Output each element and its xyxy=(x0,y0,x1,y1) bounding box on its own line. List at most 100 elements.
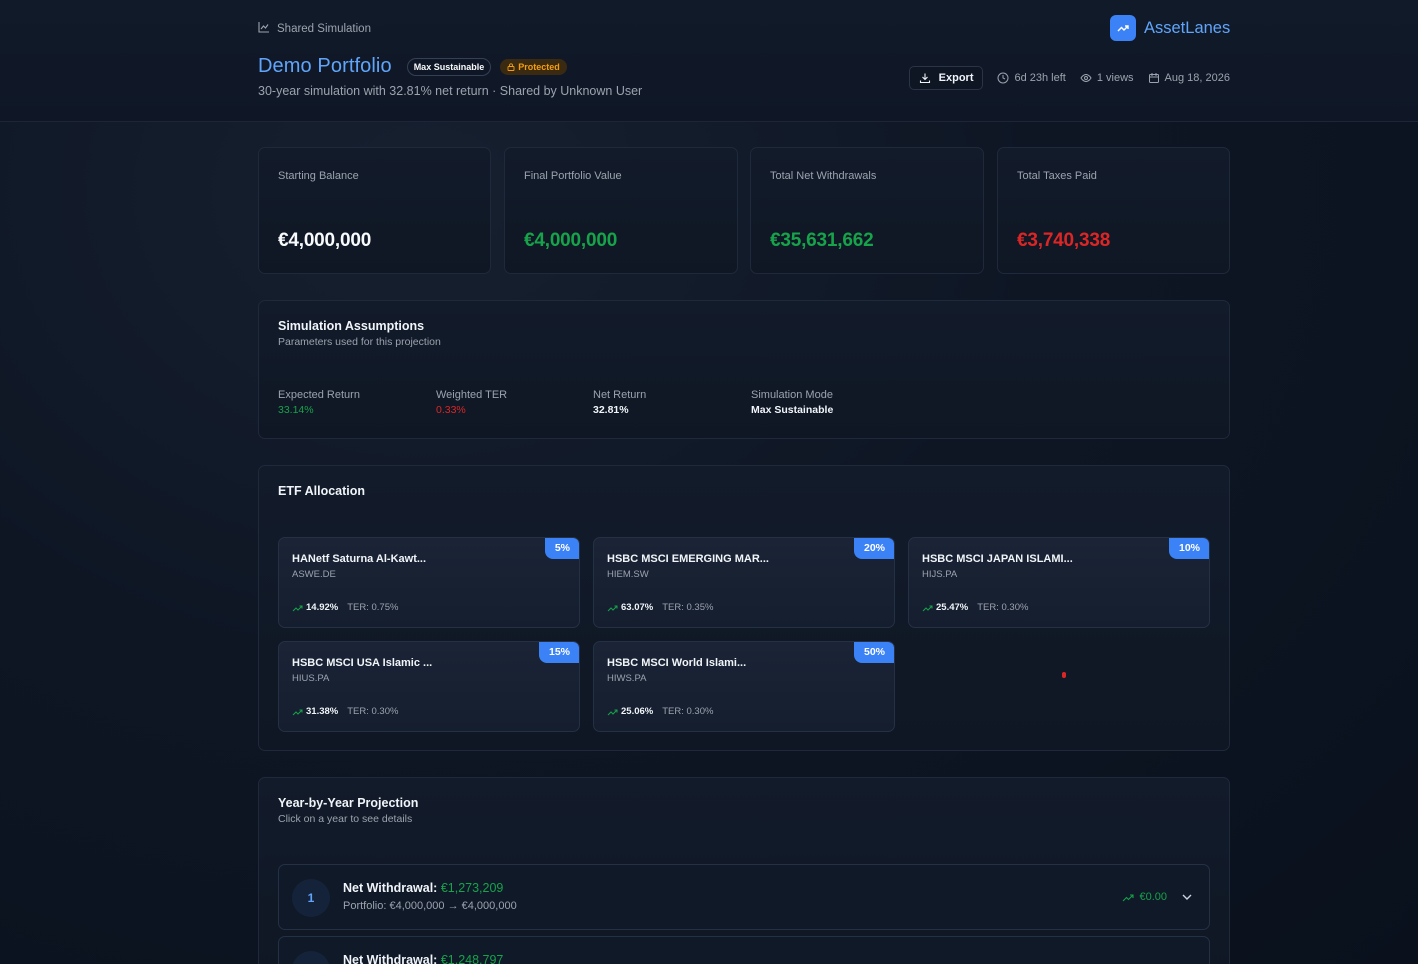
etf-name: HSBC MSCI World Islami... xyxy=(607,657,747,669)
etf-allocation-card: ETF Allocation HANetf Saturna Al-Kawt...… xyxy=(258,465,1230,751)
assumption-net-return: Net Return 32.81% xyxy=(593,389,646,416)
stat-card-taxes-paid: Total Taxes Paid €3,740,338 xyxy=(997,147,1230,274)
etf-stats: 25.06% TER: 0.30% xyxy=(607,706,713,717)
value-change: €0.00 xyxy=(1122,891,1167,903)
value-change-amount: €0.00 xyxy=(1139,891,1167,903)
etf-return: 63.07% xyxy=(607,602,653,613)
assumption-label: Expected Return xyxy=(278,389,360,401)
year-row[interactable]: 2 Net Withdrawal: €1,248,797 xyxy=(278,936,1210,964)
stat-value: €3,740,338 xyxy=(1017,230,1111,251)
mode-badge: Max Sustainable xyxy=(406,57,492,76)
trending-up-icon xyxy=(292,605,303,611)
etf-ticker: HIUS.PA xyxy=(292,673,330,684)
etf-ticker: HIJS.PA xyxy=(922,569,958,580)
brand[interactable]: AssetLanes xyxy=(1110,15,1230,41)
stat-card-starting-balance: Starting Balance €4,000,000 xyxy=(258,147,491,274)
etf-ticker: HIEM.SW xyxy=(607,569,649,580)
etf-return-value: 25.47% xyxy=(936,602,969,613)
etf-weight-badge: 15% xyxy=(538,642,579,663)
trending-up-icon xyxy=(292,709,303,715)
trending-up-icon xyxy=(607,605,618,611)
etf-ter: TER: 0.30% xyxy=(662,706,714,717)
etf-card[interactable]: HSBC MSCI World Islami... HIWS.PA 25.06%… xyxy=(593,641,895,732)
brand-name: AssetLanes xyxy=(1144,18,1231,37)
etf-return: 14.92% xyxy=(292,602,338,613)
year-row[interactable]: 1 Net Withdrawal: €1,273,209 Portfolio: … xyxy=(278,864,1210,930)
etf-return: 25.47% xyxy=(922,602,968,613)
assumption-expected-return: Expected Return 33.14% xyxy=(278,389,360,416)
projection-card: Year-by-Year Projection Click on a year … xyxy=(258,777,1230,964)
stat-label: Final Portfolio Value xyxy=(524,170,622,182)
download-icon xyxy=(919,73,930,84)
etf-ter: TER: 0.30% xyxy=(977,602,1029,613)
page-title: Demo Portfolio xyxy=(258,55,392,77)
stat-label: Total Net Withdrawals xyxy=(770,170,877,182)
stat-label: Starting Balance xyxy=(278,170,359,182)
protected-label: Protected xyxy=(518,61,560,72)
etf-name: HANetf Saturna Al-Kawt... xyxy=(292,553,427,565)
etf-card[interactable]: HSBC MSCI JAPAN ISLAMI... HIJS.PA 25.47%… xyxy=(908,537,1210,628)
etf-card[interactable]: HSBC MSCI EMERGING MAR... HIEM.SW 63.07%… xyxy=(593,537,895,628)
etf-stats: 14.92% TER: 0.75% xyxy=(292,602,398,613)
etf-weight-badge: 20% xyxy=(853,538,894,559)
withdrawal-value: €1,248,797 xyxy=(440,953,504,964)
page-subtitle: 30-year simulation with 32.81% net retur… xyxy=(258,84,643,98)
etf-return-value: 31.38% xyxy=(306,706,339,717)
etf-ter: TER: 0.30% xyxy=(347,706,399,717)
date-label: Aug 18, 2026 xyxy=(1164,72,1230,84)
assumption-value: 0.33% xyxy=(436,404,466,416)
views: 1 views xyxy=(1080,72,1134,84)
portfolio-change: Portfolio: €4,000,000 → €4,000,000 xyxy=(343,900,517,912)
assumption-value: Max Sustainable xyxy=(751,404,834,416)
section-title: Simulation Assumptions xyxy=(278,319,425,333)
etf-return: 31.38% xyxy=(292,706,338,717)
trending-up-icon xyxy=(1123,893,1135,901)
etf-weight-badge: 50% xyxy=(853,642,894,663)
etf-ter: TER: 0.75% xyxy=(347,602,399,613)
etf-name: HSBC MSCI USA Islamic ... xyxy=(292,657,433,669)
assumption-label: Weighted TER xyxy=(436,389,508,401)
stat-card-final-value: Final Portfolio Value €4,000,000 xyxy=(504,147,738,274)
etf-ticker: ASWE.DE xyxy=(292,569,336,580)
stat-value: €4,000,000 xyxy=(524,230,618,251)
stat-label: Total Taxes Paid xyxy=(1017,170,1097,182)
assumption-simulation-mode: Simulation Mode Max Sustainable xyxy=(751,389,833,416)
chevron-down-icon[interactable] xyxy=(1180,890,1194,904)
stat-value: €4,000,000 xyxy=(278,230,372,251)
year-title: Net Withdrawal: €1,273,209 xyxy=(343,881,503,895)
protected-badge: Protected xyxy=(500,58,567,75)
etf-name: HSBC MSCI JAPAN ISLAMI... xyxy=(922,553,1073,565)
etf-card[interactable]: HSBC MSCI USA Islamic ... HIUS.PA 31.38%… xyxy=(278,641,580,732)
export-button[interactable]: Export xyxy=(908,66,984,90)
section-title: Year-by-Year Projection xyxy=(278,796,419,810)
assumption-value: 32.81% xyxy=(593,404,629,416)
cursor-marker xyxy=(1062,672,1066,678)
export-label: Export xyxy=(938,72,974,84)
views-label: 1 views xyxy=(1096,72,1134,84)
etf-ter: TER: 0.35% xyxy=(662,602,714,613)
time-left: 6d 23h left xyxy=(997,72,1066,84)
year-number: 2 xyxy=(292,951,330,964)
time-left-label: 6d 23h left xyxy=(1014,72,1066,84)
etf-return-value: 63.07% xyxy=(621,602,654,613)
year-number: 1 xyxy=(292,879,330,917)
clock-icon xyxy=(997,72,1009,84)
withdrawal-label: Net Withdrawal: xyxy=(343,953,438,964)
lock-icon xyxy=(507,62,515,71)
assumptions-card: Simulation Assumptions Parameters used f… xyxy=(258,300,1230,439)
year-title: Net Withdrawal: €1,248,797 xyxy=(343,953,503,964)
chart-icon xyxy=(258,21,270,36)
etf-stats: 31.38% TER: 0.30% xyxy=(292,706,398,717)
section-title: ETF Allocation xyxy=(278,484,366,498)
etf-name: HSBC MSCI EMERGING MAR... xyxy=(607,553,769,565)
page-header: Shared Simulation Demo Portfolio Max Sus… xyxy=(0,0,1418,122)
section-subtitle: Click on a year to see details xyxy=(278,813,413,825)
breadcrumb: Shared Simulation xyxy=(258,21,371,36)
etf-weight-badge: 10% xyxy=(1168,538,1209,559)
share-date: Aug 18, 2026 xyxy=(1148,72,1230,84)
header-meta: Export 6d 23h left 1 views Aug 18, 2026 xyxy=(908,66,1230,90)
withdrawal-label: Net Withdrawal: xyxy=(343,881,438,895)
assumption-label: Net Return xyxy=(593,389,647,401)
calendar-icon xyxy=(1148,73,1159,83)
etf-card[interactable]: HANetf Saturna Al-Kawt... ASWE.DE 14.92%… xyxy=(278,537,580,628)
